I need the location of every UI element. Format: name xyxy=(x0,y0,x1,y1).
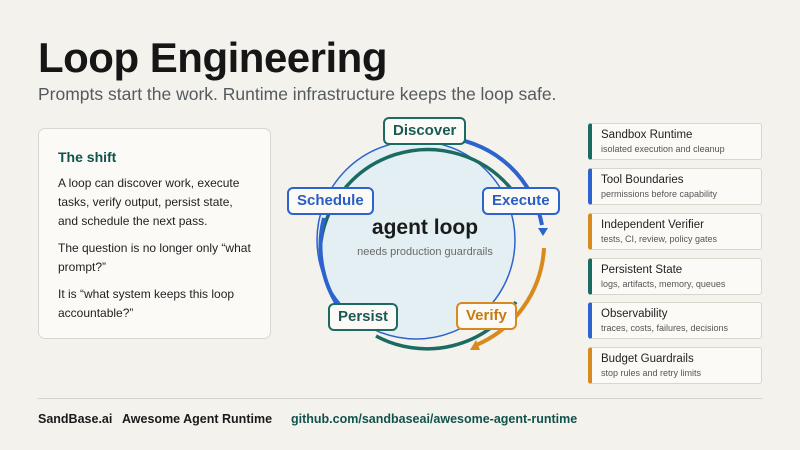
node-verify: Verify xyxy=(456,302,517,330)
capability-desc: logs, artifacts, memory, queues xyxy=(601,279,726,289)
capability-title: Observability xyxy=(601,308,668,320)
footer-product: Awesome Agent Runtime xyxy=(122,412,273,426)
agent-loop-diagram: Discover Execute Verify Persist Schedule… xyxy=(280,110,570,360)
capability-independent-verifier: Independent Verifier tests, CI, review, … xyxy=(588,213,762,250)
capability-sandbox-runtime: Sandbox Runtime isolated execution and c… xyxy=(588,123,762,160)
capability-tool-boundaries: Tool Boundaries permissions before capab… xyxy=(588,168,762,205)
capability-persistent-state: Persistent State logs, artifacts, memory… xyxy=(588,258,762,295)
capability-desc: stop rules and retry limits xyxy=(601,368,702,378)
shift-card: The shift A loop can discover work, exec… xyxy=(38,128,271,339)
page-subtitle: Prompts start the work. Runtime infrastr… xyxy=(38,84,557,104)
capability-desc: isolated execution and cleanup xyxy=(601,144,725,154)
shift-paragraph-1: A loop can discover work, execute tasks,… xyxy=(58,176,240,228)
shift-paragraph-2: The question is no longer only “what pro… xyxy=(58,241,251,274)
capability-observability: Observability traces, costs, failures, d… xyxy=(588,302,762,339)
capability-title: Persistent State xyxy=(601,264,683,276)
capability-desc: traces, costs, failures, decisions xyxy=(601,323,729,333)
capability-desc: permissions before capability xyxy=(601,189,718,199)
node-schedule: Schedule xyxy=(287,187,374,215)
capability-title: Sandbox Runtime xyxy=(601,129,693,141)
node-persist: Persist xyxy=(328,303,399,331)
node-discover: Discover xyxy=(383,117,467,145)
capability-title: Tool Boundaries xyxy=(601,174,684,186)
capability-title: Budget Guardrails xyxy=(601,353,694,365)
capability-budget-guardrails: Budget Guardrails stop rules and retry l… xyxy=(588,347,762,384)
footer-repo-link[interactable]: github.com/sandbaseai/awesome-agent-runt… xyxy=(291,412,577,426)
footer-divider xyxy=(38,398,762,399)
loop-center-subtitle: needs production guardrails xyxy=(357,246,493,258)
page-title: Loop Engineering xyxy=(38,34,387,81)
footer-brand: SandBase.ai xyxy=(38,412,113,426)
shift-paragraph-3: It is “what system keeps this loop accou… xyxy=(58,287,235,320)
capability-title: Independent Verifier xyxy=(601,219,704,231)
loop-center-title: agent loop xyxy=(371,216,479,239)
shift-title: The shift xyxy=(58,149,117,165)
capability-desc: tests, CI, review, policy gates xyxy=(601,234,718,244)
node-execute: Execute xyxy=(482,187,560,215)
